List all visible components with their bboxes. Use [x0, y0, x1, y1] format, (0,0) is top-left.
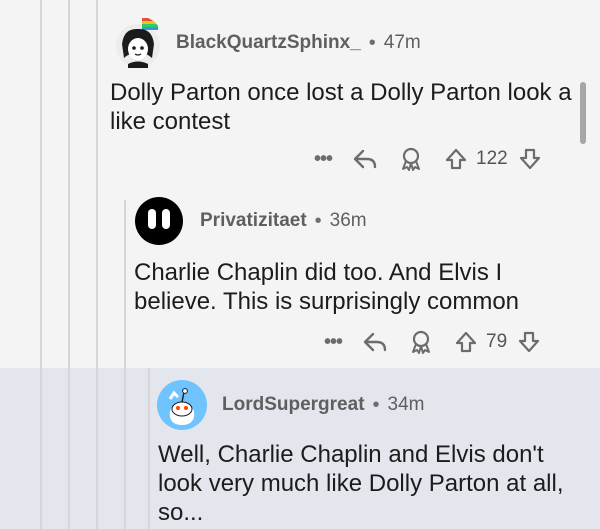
- comment-body: Dolly Parton once lost a Dolly Parton lo…: [110, 79, 572, 135]
- vote-count: 79: [486, 331, 508, 352]
- more-options-icon[interactable]: •••: [314, 148, 333, 171]
- timestamp: 34m: [387, 394, 425, 415]
- separator-dot: •: [368, 31, 376, 54]
- thread-line[interactable]: [148, 368, 150, 529]
- thread-line[interactable]: [124, 200, 126, 529]
- downvote-arrow-icon[interactable]: [518, 147, 542, 171]
- downvote-arrow-icon[interactable]: [517, 330, 541, 354]
- upvote-arrow-icon[interactable]: [444, 147, 468, 171]
- comment-actions: ••• 122: [314, 146, 542, 172]
- comment-body: Well, Charlie Chaplin and Elvis don't lo…: [158, 441, 564, 526]
- user-avatar-icon[interactable]: [156, 379, 208, 431]
- username[interactable]: BlackQuartzSphinx_: [176, 32, 361, 54]
- user-avatar-icon[interactable]: [134, 196, 184, 246]
- username[interactable]: LordSupergreat: [222, 394, 365, 416]
- reply-icon[interactable]: [362, 330, 388, 354]
- award-icon[interactable]: [408, 329, 434, 355]
- thread-line[interactable]: [40, 0, 42, 529]
- vote-count: 122: [476, 148, 508, 169]
- user-avatar-icon[interactable]: [112, 16, 164, 70]
- username[interactable]: Privatizitaet: [200, 210, 307, 232]
- upvote-arrow-icon[interactable]: [454, 330, 478, 354]
- comment-actions: ••• 79: [324, 329, 541, 355]
- reply-icon[interactable]: [352, 147, 378, 171]
- comment-header: BlackQuartzSphinx_ • 47m: [112, 16, 421, 70]
- separator-dot: •: [314, 209, 322, 232]
- separator-dot: •: [372, 393, 380, 416]
- thread-line[interactable]: [96, 0, 98, 529]
- thread-line[interactable]: [68, 0, 70, 529]
- comment-body: Charlie Chaplin did too. And Elvis I bel…: [134, 259, 520, 315]
- comment-header: Privatizitaet • 36m: [134, 196, 367, 246]
- comment-header: LordSupergreat • 34m: [156, 379, 425, 431]
- timestamp: 47m: [383, 32, 421, 53]
- timestamp: 36m: [329, 210, 367, 231]
- award-icon[interactable]: [398, 146, 424, 172]
- more-options-icon[interactable]: •••: [324, 331, 343, 354]
